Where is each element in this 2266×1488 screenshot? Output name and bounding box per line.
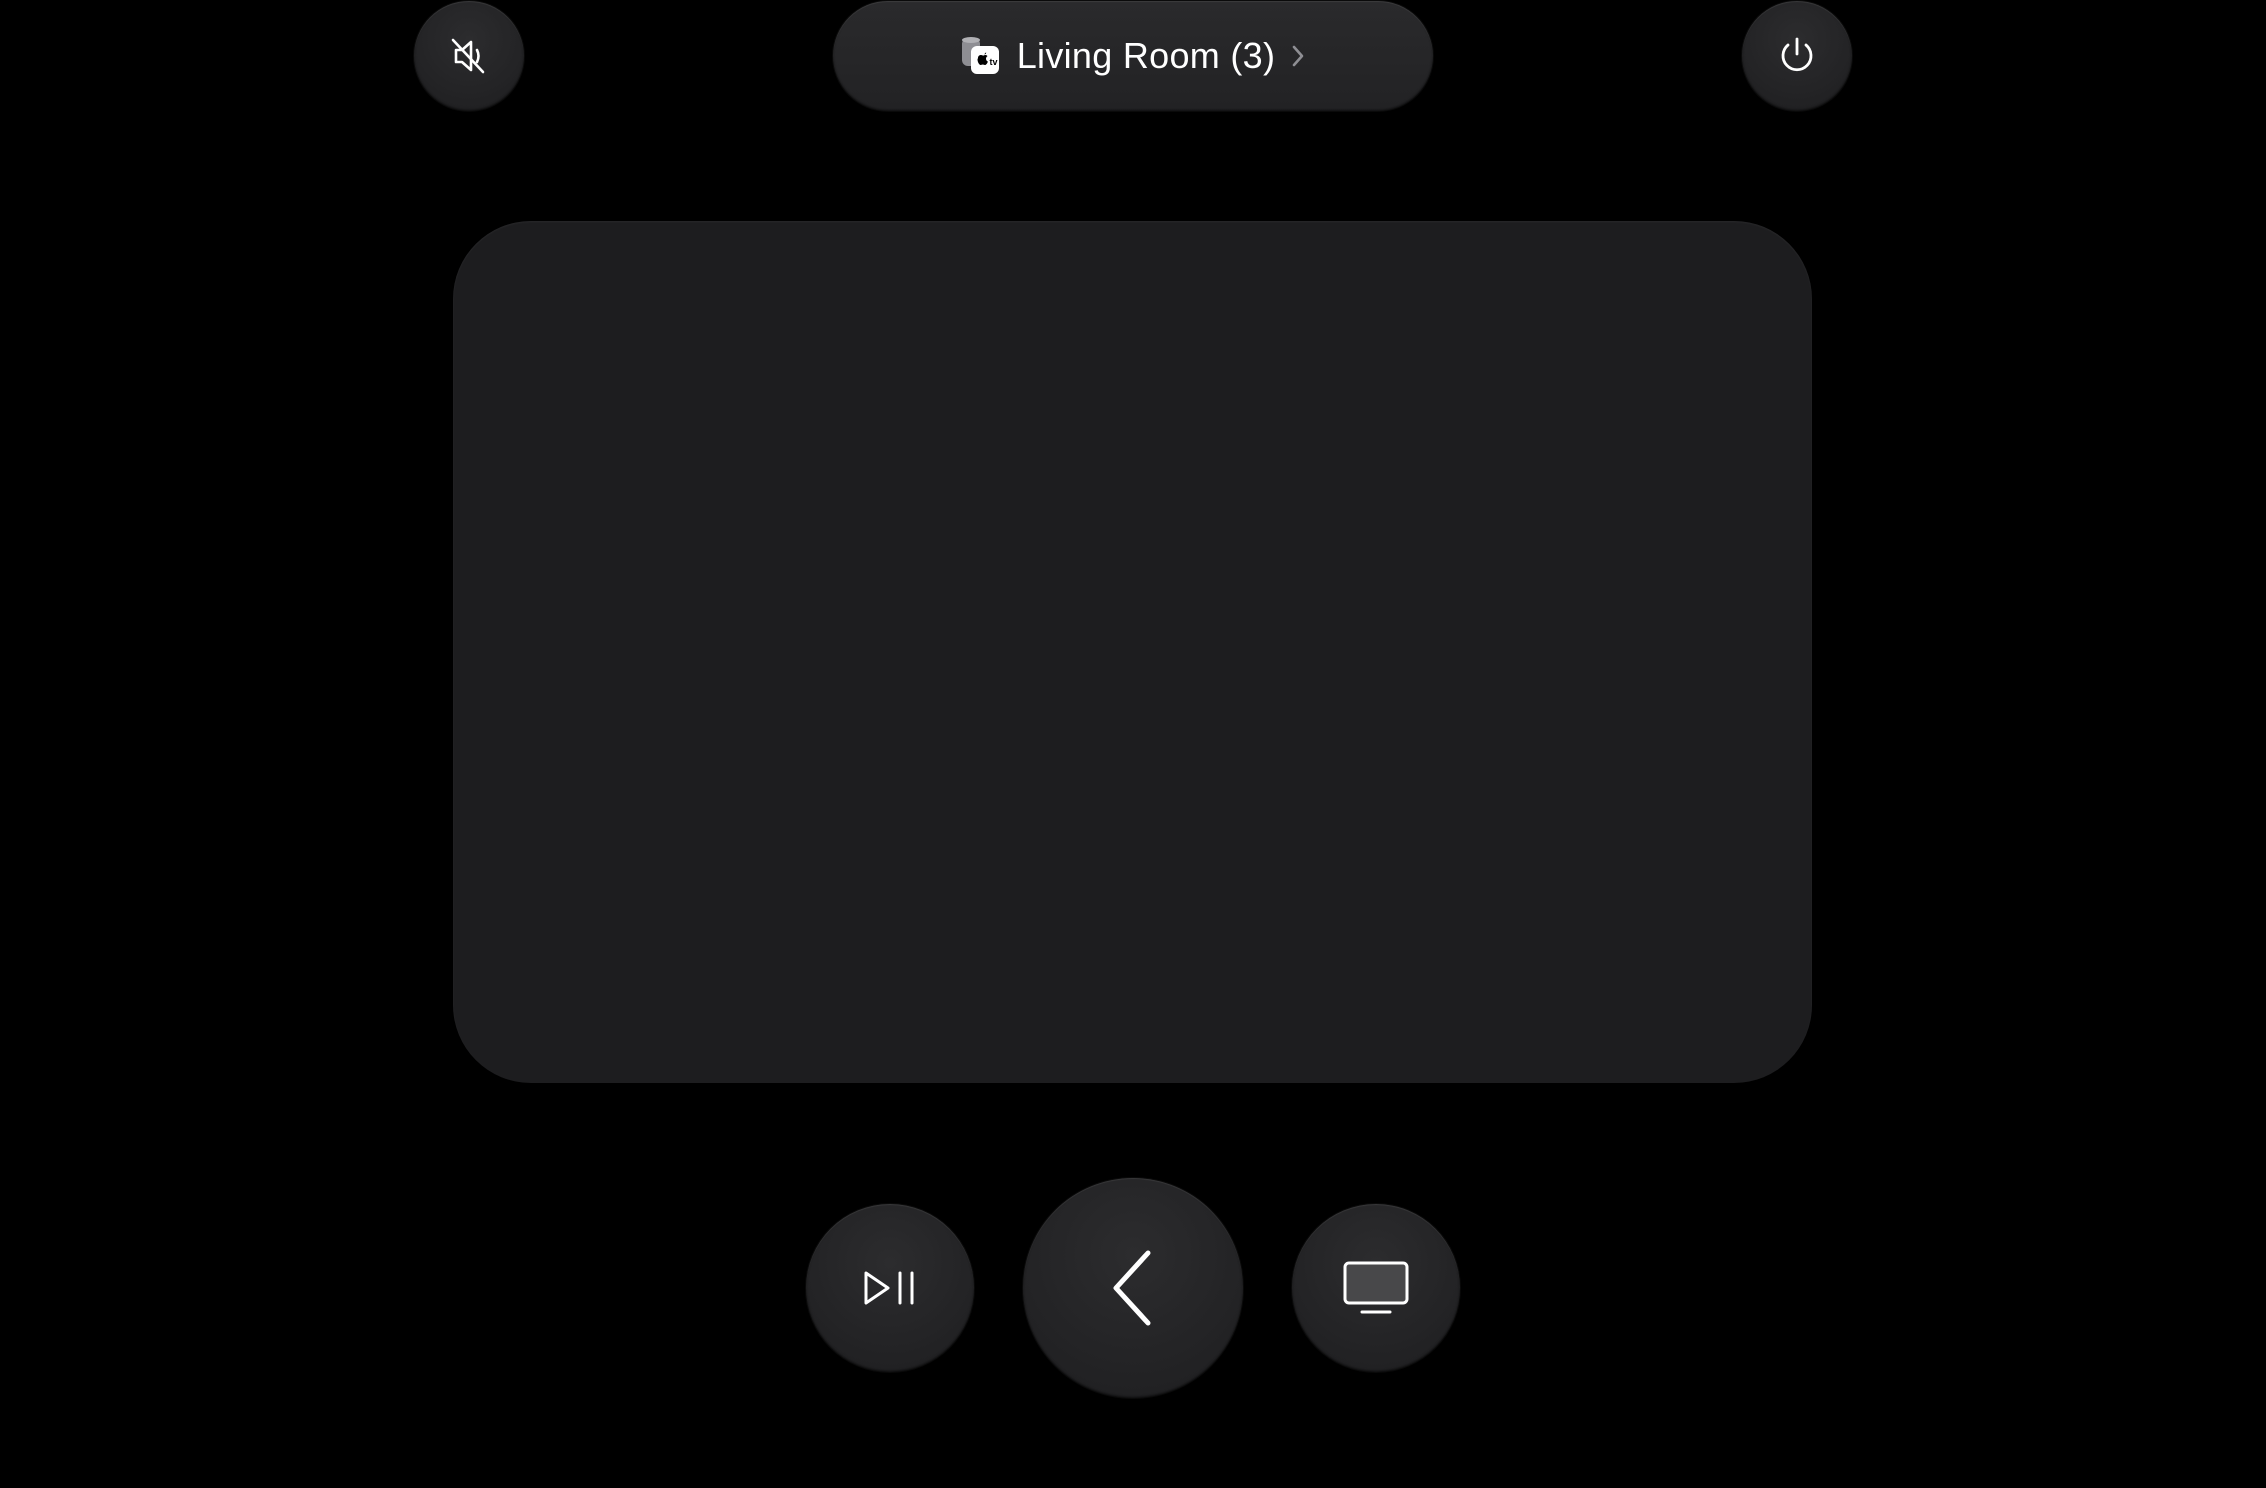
remote-window: tv Living Room (3) [0,0,2266,1488]
device-selector[interactable]: tv Living Room (3) [833,1,1433,111]
svg-text:tv: tv [989,57,997,67]
appletv-homepod-icon: tv [959,34,1003,78]
play-pause-icon [864,1271,914,1305]
power-button[interactable] [1742,1,1852,111]
speaker-slash-icon [451,38,485,74]
device-name: Living Room (3) [1016,35,1276,76]
chevron-right-icon [1289,42,1307,70]
chevron-left-icon [1113,1250,1151,1326]
back-button[interactable] [1023,1178,1243,1398]
tv-home-button[interactable] [1292,1204,1460,1372]
power-icon [1781,37,1813,72]
mute-button[interactable] [414,1,524,111]
play-pause-button[interactable] [806,1204,974,1372]
touch-surface[interactable] [453,221,1812,1083]
tv-icon [1343,1261,1409,1314]
